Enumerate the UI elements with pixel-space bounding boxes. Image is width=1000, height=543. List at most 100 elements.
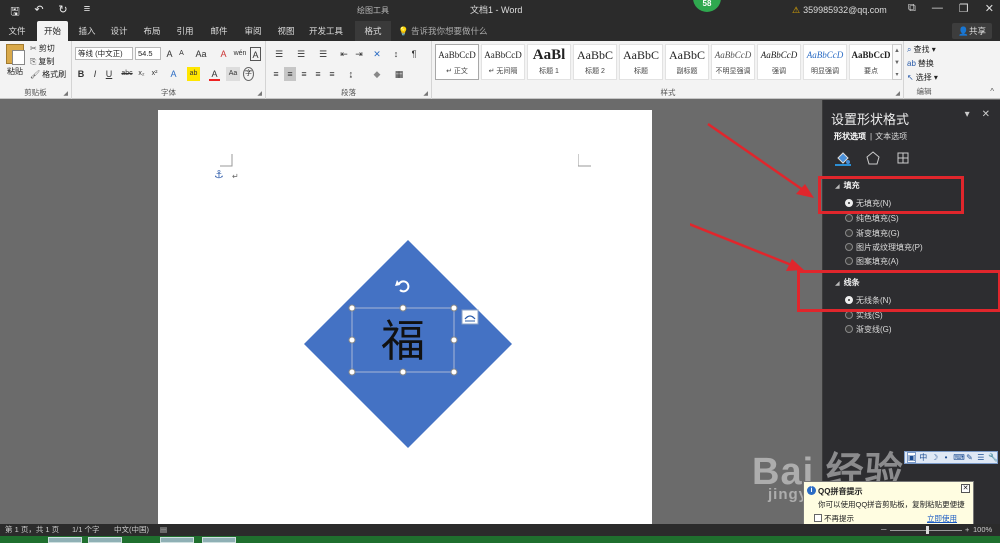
font-launcher-icon[interactable]: ◢ <box>257 90 262 97</box>
use-now-link[interactable]: 立即使用 <box>927 513 957 524</box>
effects-icon[interactable] <box>865 150 881 166</box>
resize-handle[interactable] <box>348 336 356 344</box>
radio-button[interactable] <box>845 229 853 237</box>
dont-show-checkbox[interactable]: 不再提示 <box>814 513 854 524</box>
replace-button[interactable]: ab 替换 <box>907 58 934 70</box>
ime-settings-icon[interactable]: 🔧 <box>988 453 998 462</box>
text-effects-icon[interactable]: A <box>168 67 179 81</box>
strikethrough-icon[interactable]: abc <box>120 67 134 81</box>
ime-keyboard-icon[interactable]: ⌨ <box>953 453 965 462</box>
speed-badge[interactable]: 58 <box>693 0 721 12</box>
tab-design[interactable]: 设计 <box>106 21 132 41</box>
increase-indent-icon[interactable]: ⇥ <box>353 47 365 61</box>
shrink-font-icon[interactable]: A <box>176 47 187 61</box>
undo-icon[interactable]: ↶ <box>32 3 46 22</box>
close-icon[interactable]: ✕ <box>985 2 994 15</box>
resize-handle[interactable] <box>399 304 407 312</box>
resize-handle[interactable] <box>450 368 458 376</box>
customize-icon[interactable]: ≡ <box>80 3 94 22</box>
clear-format-icon[interactable]: A <box>218 47 229 61</box>
style-item[interactable]: AaBl 标题 1 <box>527 44 571 80</box>
qq-tip-close-icon[interactable]: ✕ <box>961 484 970 493</box>
tell-me-box[interactable]: 💡 告诉我你想要做什么 <box>398 21 487 41</box>
sort-icon[interactable]: ↕ <box>390 47 402 61</box>
tab-layout[interactable]: 布局 <box>139 21 165 41</box>
char-border-icon[interactable]: A <box>250 47 261 61</box>
fill-line-icon[interactable] <box>835 150 851 166</box>
zoom-level[interactable]: 100% <box>973 524 992 536</box>
tab-insert[interactable]: 插入 <box>74 21 100 41</box>
tab-references[interactable]: 引用 <box>172 21 198 41</box>
fill-option-pattern[interactable]: 图案填充(A) <box>845 256 899 267</box>
superscript-icon[interactable]: x² <box>149 67 160 81</box>
format-painter-button[interactable]: 🖌 格式刷 <box>30 69 66 81</box>
diamond-shape-group[interactable]: 福 <box>304 240 514 450</box>
cut-button[interactable]: ✂ 剪切 <box>30 43 55 55</box>
pane-options-icon[interactable]: ▾ <box>965 109 970 120</box>
taskbar-button[interactable] <box>88 537 122 543</box>
ime-menu-icon[interactable]: ☰ <box>977 453 985 462</box>
collapse-ribbon-icon[interactable]: ^ <box>990 87 994 96</box>
document-page[interactable]: ⚓ ↵ 福 <box>158 110 652 524</box>
minimize-icon[interactable]: — <box>932 2 943 15</box>
tab-file[interactable]: 文件 <box>4 21 30 41</box>
char-shading-icon[interactable]: Aa <box>226 67 240 81</box>
show-marks-icon[interactable]: ¶ <box>408 47 420 61</box>
distributed-icon[interactable]: ≡ <box>326 67 338 81</box>
taskbar-button[interactable] <box>48 537 82 543</box>
share-button[interactable]: 👤共享 <box>952 23 992 39</box>
radio-button[interactable] <box>845 325 853 333</box>
size-properties-icon[interactable] <box>895 150 911 166</box>
line-spacing-icon[interactable]: ↨ <box>344 67 358 81</box>
copy-button[interactable]: ⎘ 复制 <box>30 56 54 68</box>
ime-lang-icon[interactable]: 中 <box>919 452 927 463</box>
radio-button[interactable] <box>845 214 853 222</box>
pane-close-icon[interactable]: ✕ <box>982 109 990 120</box>
enclose-char-icon[interactable]: 字 <box>243 67 254 81</box>
style-item[interactable]: AaBbCcD 不明显强调 <box>711 44 755 80</box>
styles-scroll[interactable]: ▲ ▼ ▾ <box>892 44 902 80</box>
highlight-icon[interactable]: ab <box>187 67 200 81</box>
resize-handle[interactable] <box>348 304 356 312</box>
ime-punct-icon[interactable]: • <box>942 453 950 462</box>
numbering-icon[interactable]: ☰ <box>292 47 310 61</box>
language[interactable]: 中文(中国) <box>114 524 149 536</box>
multilevel-list-icon[interactable]: ☰ <box>314 47 332 61</box>
justify-icon[interactable]: ≡ <box>312 67 324 81</box>
taskbar-button[interactable] <box>160 537 194 543</box>
fill-option-gradient[interactable]: 渐变填充(G) <box>845 228 900 239</box>
layout-options-icon[interactable] <box>461 309 479 325</box>
taskbar-button[interactable] <box>202 537 236 543</box>
style-item[interactable]: AaBbC 标题 2 <box>573 44 617 80</box>
grow-font-icon[interactable]: A <box>164 47 175 61</box>
ime-logo-icon[interactable]: ▣ <box>907 452 916 463</box>
bold-icon[interactable]: B <box>76 67 86 81</box>
radio-button[interactable] <box>845 311 853 319</box>
resize-handle[interactable] <box>399 368 407 376</box>
checkbox[interactable] <box>814 514 822 522</box>
macro-icon[interactable]: ▤ <box>160 524 167 536</box>
change-case-icon[interactable]: Aa <box>193 47 209 61</box>
styles-launcher-icon[interactable]: ◢ <box>895 90 900 97</box>
style-item[interactable]: AaBbC 副标题 <box>665 44 709 80</box>
tab-shape-options[interactable]: 形状选项 <box>834 132 866 141</box>
tab-format[interactable]: 格式 <box>355 21 391 41</box>
align-right-icon[interactable]: ≡ <box>298 67 310 81</box>
tab-text-options[interactable]: 文本选项 <box>875 132 907 141</box>
tab-mailings[interactable]: 邮件 <box>206 21 232 41</box>
phonetic-guide-icon[interactable]: wén <box>232 47 248 61</box>
resize-handle[interactable] <box>450 304 458 312</box>
paste-button[interactable]: 粘贴 <box>4 44 26 80</box>
word-count[interactable]: 1/1 个字 <box>72 524 100 536</box>
select-button[interactable]: ↖ 选择 ▾ <box>907 72 938 84</box>
font-family-select[interactable]: 等线 (中文正) <box>75 47 133 60</box>
ribbon-display-icon[interactable]: ⧉ <box>908 2 916 15</box>
fill-option-picture[interactable]: 图片或纹理填充(P) <box>845 242 923 253</box>
align-left-icon[interactable]: ≡ <box>270 67 282 81</box>
style-item[interactable]: AaBbCcD 要点 <box>849 44 893 80</box>
style-item[interactable]: AaBbCcD ↵ 无间隔 <box>481 44 525 80</box>
tab-developer[interactable]: 开发工具 <box>306 21 346 41</box>
style-item[interactable]: AaBbCcD ↵ 正文 <box>435 44 479 80</box>
zoom-in-icon[interactable]: + <box>965 524 969 536</box>
zoom-slider-knob[interactable] <box>926 526 929 534</box>
